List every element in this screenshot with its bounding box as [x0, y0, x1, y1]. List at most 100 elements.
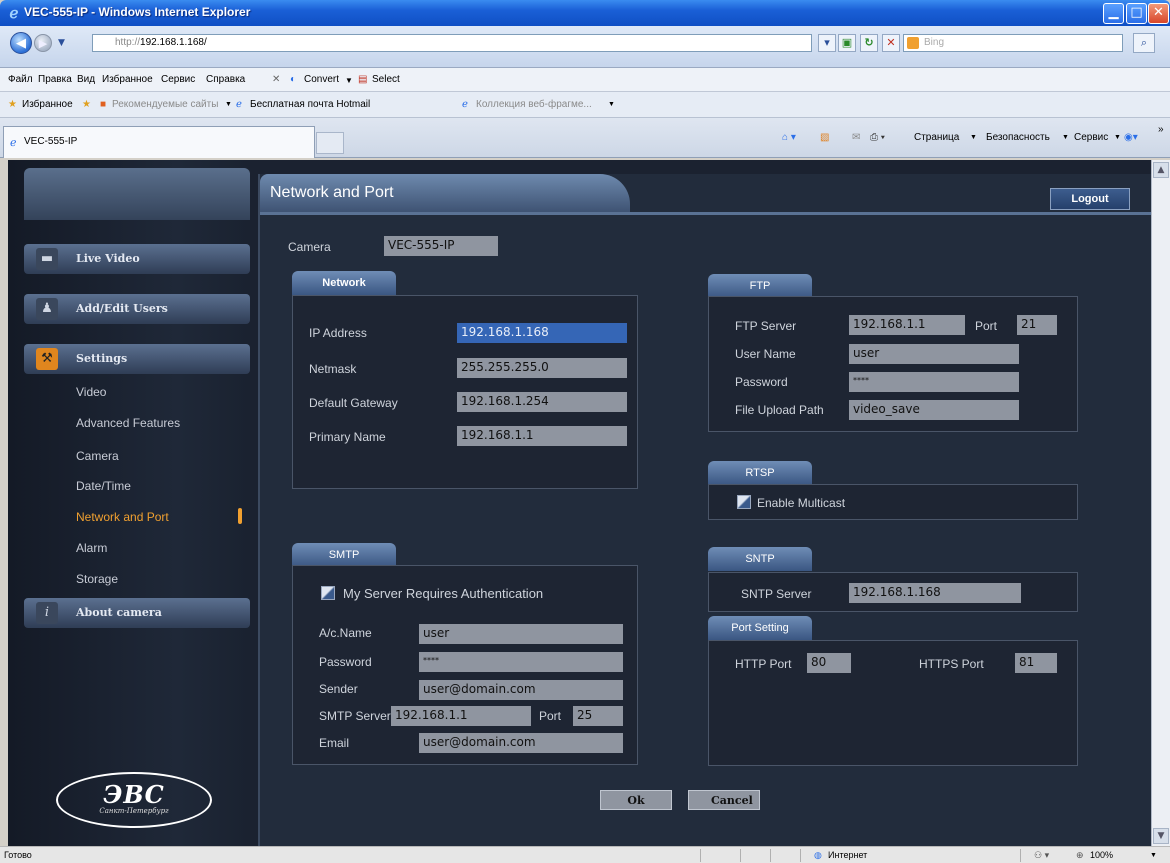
- smtp-port-field[interactable]: 25: [573, 706, 623, 726]
- zoom-icon[interactable]: ⊕: [1076, 850, 1084, 861]
- menu-help[interactable]: Справка: [206, 74, 245, 85]
- page-menu[interactable]: Страница: [914, 132, 959, 143]
- minimize-button[interactable]: ▁: [1103, 3, 1124, 24]
- convert-dropdown-icon[interactable]: ▼: [345, 76, 353, 85]
- email-label: Email: [319, 736, 350, 750]
- fav-dropdown-2-icon[interactable]: ▼: [608, 101, 615, 108]
- netmask-field[interactable]: 255.255.255.0: [457, 358, 627, 378]
- maximize-button[interactable]: □: [1126, 3, 1147, 24]
- menu-favorites[interactable]: Избранное: [102, 74, 153, 85]
- feeds-icon[interactable]: ▧: [820, 132, 829, 143]
- forward-button[interactable]: ▶: [34, 34, 52, 52]
- sidebar-sub-camera[interactable]: Camera: [76, 449, 119, 463]
- https-port-field[interactable]: 81: [1015, 653, 1057, 673]
- vertical-scrollbar[interactable]: ▲ ▼: [1151, 160, 1170, 846]
- refresh-icon[interactable]: ↻: [860, 34, 878, 52]
- tab-network: Network: [292, 271, 396, 295]
- print-icon[interactable]: ⎙ ▾: [870, 132, 885, 143]
- auth-checkbox[interactable]: [321, 586, 335, 600]
- sidebar-sub-storage[interactable]: Storage: [76, 572, 118, 586]
- fav-hotmail[interactable]: Бесплатная почта Hotmail: [250, 99, 370, 110]
- close-button[interactable]: ✕: [1148, 3, 1169, 24]
- divider: [740, 849, 741, 862]
- gateway-field[interactable]: 192.168.1.254: [457, 392, 627, 412]
- email-field[interactable]: user@domain.com: [419, 733, 623, 753]
- sidebar-item-add-edit-users[interactable]: ♟ Add/Edit Users: [24, 294, 250, 324]
- protected-mode-icon[interactable]: ⚇ ▾: [1034, 850, 1049, 861]
- http-port-field[interactable]: 80: [807, 653, 851, 673]
- upload-path-field[interactable]: video_save: [849, 400, 1019, 420]
- divider: [1020, 849, 1021, 862]
- close-toolbar-icon[interactable]: ✕: [272, 74, 280, 85]
- cancel-button[interactable]: Cancel: [688, 790, 760, 810]
- zoom-dropdown-icon[interactable]: ▼: [1150, 852, 1157, 859]
- history-dropdown-icon[interactable]: ▼: [58, 38, 65, 48]
- primary-name-field[interactable]: 192.168.1.1: [457, 426, 627, 446]
- menu-edit[interactable]: Правка: [38, 74, 72, 85]
- zoom-level[interactable]: 100%: [1090, 850, 1113, 860]
- camera-name-field[interactable]: VEC-555-IP: [384, 236, 498, 256]
- fav-dropdown-icon[interactable]: ▼: [225, 101, 232, 108]
- ip-address-label: IP Address: [309, 326, 367, 340]
- search-input[interactable]: Bing: [903, 34, 1123, 52]
- url-dropdown-icon[interactable]: ▾: [818, 34, 836, 52]
- account-name-field[interactable]: user: [419, 624, 623, 644]
- sidebar-item-settings[interactable]: ⚒ Settings: [24, 344, 250, 374]
- safety-menu[interactable]: Безопасность: [986, 132, 1050, 143]
- logout-button[interactable]: Logout: [1050, 188, 1130, 210]
- select-button[interactable]: Select: [372, 74, 400, 85]
- sidebar-sub-advanced-features[interactable]: Advanced Features: [76, 416, 180, 430]
- active-item-marker: [238, 508, 242, 524]
- smtp-server-field[interactable]: 192.168.1.1: [391, 706, 531, 726]
- menu-view[interactable]: Вид: [77, 74, 95, 85]
- fav-web-slices[interactable]: Коллекция веб-фрагме...: [476, 99, 592, 110]
- search-icon[interactable]: ⌕: [1133, 33, 1155, 53]
- tools-menu-dropdown-icon[interactable]: ▼: [1114, 134, 1121, 141]
- ftp-port-field[interactable]: 21: [1017, 315, 1057, 335]
- help-icon[interactable]: ◉▾: [1124, 132, 1138, 143]
- ftp-server-field[interactable]: 192.168.1.1: [849, 315, 965, 335]
- rtsp-group: Enable Multicast: [708, 484, 1078, 520]
- ip-address-field[interactable]: 192.168.1.168: [457, 323, 627, 343]
- sntp-server-field[interactable]: 192.168.1.168: [849, 583, 1021, 603]
- add-favorite-icon[interactable]: ★: [82, 99, 91, 110]
- sntp-server-label: SNTP Server: [741, 587, 812, 601]
- tab-bar: ℯ VEC-555-IP ⌂ ▾ ▧ ✉ ⎙ ▾ Страница ▼ Безо…: [0, 118, 1170, 158]
- stop-icon[interactable]: ✕: [882, 34, 900, 52]
- sidebar-sub-video[interactable]: Video: [76, 385, 106, 399]
- ok-button[interactable]: Ok: [600, 790, 672, 810]
- compatibility-view-icon[interactable]: ▣: [838, 34, 856, 52]
- smtp-password-field[interactable]: ****: [419, 652, 623, 672]
- ftp-user-field[interactable]: user: [849, 344, 1019, 364]
- sidebar-sub-network-and-port[interactable]: Network and Port: [76, 510, 169, 524]
- ftp-password-field[interactable]: ****: [849, 372, 1019, 392]
- mail-icon[interactable]: ✉: [852, 132, 860, 143]
- sntp-group: SNTP Server 192.168.1.168: [708, 572, 1078, 612]
- safety-menu-dropdown-icon[interactable]: ▼: [1062, 134, 1069, 141]
- sidebar-sub-alarm[interactable]: Alarm: [76, 541, 107, 555]
- sender-field[interactable]: user@domain.com: [419, 680, 623, 700]
- multicast-checkbox[interactable]: [737, 495, 751, 509]
- convert-button[interactable]: Convert: [304, 74, 339, 85]
- divider: [800, 849, 801, 862]
- tools-menu[interactable]: Сервис: [1074, 132, 1108, 143]
- chevron-icon[interactable]: »: [1158, 124, 1164, 135]
- home-icon[interactable]: ⌂ ▾: [782, 132, 796, 143]
- auth-label: My Server Requires Authentication: [343, 586, 544, 601]
- favorites-button[interactable]: Избранное: [22, 99, 73, 110]
- tab-port-setting: Port Setting: [708, 616, 812, 640]
- tab-vec-555-ip[interactable]: ℯ VEC-555-IP: [3, 126, 315, 158]
- fav-suggested-sites[interactable]: Рекомендуемые сайты: [112, 99, 218, 110]
- sender-label: Sender: [319, 682, 358, 696]
- sidebar-item-about-camera[interactable]: i About camera: [24, 598, 250, 628]
- new-tab-button[interactable]: [316, 132, 344, 154]
- sidebar-sub-date-time[interactable]: Date/Time: [76, 479, 131, 493]
- back-button[interactable]: ◀: [10, 32, 32, 54]
- scroll-up-icon[interactable]: ▲: [1153, 162, 1169, 178]
- menu-tools[interactable]: Сервис: [161, 74, 195, 85]
- scroll-down-icon[interactable]: ▼: [1153, 828, 1169, 844]
- menu-file[interactable]: Файл: [8, 74, 33, 85]
- sidebar-item-live-video[interactable]: ▬ Live Video: [24, 244, 250, 274]
- page-menu-dropdown-icon[interactable]: ▼: [970, 134, 977, 141]
- url-input[interactable]: http://192.168.1.168/: [92, 34, 812, 52]
